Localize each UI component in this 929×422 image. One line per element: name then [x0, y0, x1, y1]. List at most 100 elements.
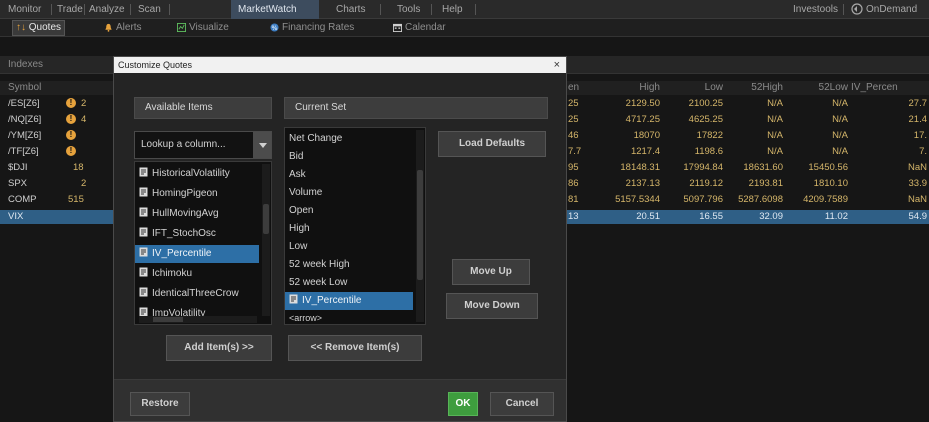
row-52low: N/A	[832, 146, 848, 157]
link-ondemand[interactable]: OnDemand	[851, 0, 917, 19]
link-investools[interactable]: Investools	[793, 0, 838, 19]
list-item[interactable]: Net Change	[289, 130, 342, 148]
row-high: 2129.50	[625, 98, 660, 109]
remove-items-button[interactable]: << Remove Item(s)	[288, 335, 422, 361]
ok-button[interactable]: OK	[448, 392, 478, 416]
close-icon[interactable]: ×	[554, 57, 560, 73]
row-low: 16.55	[699, 211, 723, 222]
col-high[interactable]: High	[608, 82, 660, 93]
row-high: 18070	[633, 130, 660, 141]
col-52low[interactable]: 52Low	[790, 82, 848, 93]
nav-divider	[380, 4, 381, 15]
tab-help[interactable]: Help	[442, 0, 463, 19]
current-set-list[interactable]: Net Change Bid Ask Volume Open High Low …	[284, 127, 426, 325]
available-list-scrollbar[interactable]	[262, 164, 270, 316]
visualize-icon	[177, 22, 186, 32]
row-iv-percentile: 27.7	[908, 98, 928, 109]
list-item[interactable]: IdenticalThreeCrow	[135, 285, 263, 303]
row-low: 17822	[696, 130, 723, 141]
list-item-label: Ichimoku	[152, 268, 193, 279]
row-52low: 15450.56	[808, 162, 848, 173]
list-item[interactable]: Volume	[289, 184, 322, 202]
study-icon	[139, 287, 148, 297]
scroll-thumb[interactable]	[263, 204, 269, 234]
sub-nav-bar: ↑↓ Quotes Alerts Visualize % Financing Ra…	[0, 19, 929, 37]
row-52low: 1810.10	[813, 178, 848, 189]
subtab-alerts[interactable]: Alerts	[104, 19, 142, 37]
calendar-icon	[393, 23, 402, 32]
load-defaults-button[interactable]: Load Defaults	[438, 131, 546, 157]
tab-monitor[interactable]: Monitor	[8, 0, 41, 19]
row-52high: N/A	[767, 146, 783, 157]
move-up-button[interactable]: Move Up	[452, 259, 530, 285]
tab-charts[interactable]: Charts	[336, 0, 365, 19]
list-item-label: IV_Percentile	[302, 295, 362, 306]
available-items-list[interactable]: HistoricalVolatility HomingPigeon HullMo…	[134, 161, 272, 325]
list-item-selected[interactable]: IV_Percentile	[285, 292, 413, 310]
list-item[interactable]: HullMovingAvg	[135, 205, 263, 223]
col-open[interactable]: en	[568, 82, 579, 93]
tab-analyze[interactable]: Analyze	[89, 0, 125, 19]
warning-icon: !	[66, 130, 76, 140]
lookup-column-value: Lookup a column...	[141, 139, 226, 150]
list-item[interactable]: IFT_StochOsc	[135, 225, 263, 243]
row-52low: N/A	[832, 98, 848, 109]
row-high: 20.51	[636, 211, 660, 222]
list-item[interactable]: Ask	[289, 166, 306, 184]
subtab-calendar[interactable]: Calendar	[393, 19, 446, 37]
list-item-selected[interactable]: IV_Percentile	[135, 245, 259, 263]
tab-scan[interactable]: Scan	[138, 0, 161, 19]
tab-tools[interactable]: Tools	[397, 0, 420, 19]
list-item[interactable]: HomingPigeon	[135, 185, 263, 203]
nav-divider	[51, 4, 52, 15]
col-symbol[interactable]: Symbol	[8, 82, 41, 93]
list-item[interactable]: Low	[289, 238, 307, 256]
list-item[interactable]: HistoricalVolatility	[135, 165, 263, 183]
col-low[interactable]: Low	[665, 82, 723, 93]
subtab-quotes[interactable]: ↑↓ Quotes	[12, 20, 66, 36]
subtab-financing-rates[interactable]: % Financing Rates	[270, 19, 354, 37]
restore-button[interactable]: Restore	[130, 392, 190, 416]
row-iv-percentile: 17.	[913, 130, 927, 141]
study-icon	[139, 247, 148, 257]
list-item[interactable]: <arrow>	[289, 309, 322, 327]
list-item[interactable]: 52 week Low	[289, 274, 347, 292]
col-iv-percentile[interactable]: IV_Percen	[851, 82, 898, 93]
subtab-visualize-label: Visualize	[189, 22, 229, 33]
row-symbol: /YM[Z6]	[8, 130, 42, 141]
list-item[interactable]: Bid	[289, 148, 303, 166]
scroll-thumb[interactable]	[417, 170, 423, 280]
cancel-button[interactable]: Cancel	[490, 392, 554, 416]
list-item[interactable]: Ichimoku	[135, 265, 263, 283]
indexes-label: Indexes	[8, 59, 44, 70]
move-down-button[interactable]: Move Down	[446, 293, 538, 319]
row-open: 86	[568, 178, 579, 189]
row-high: 1217.4	[630, 146, 660, 157]
available-list-hscrollbar[interactable]	[139, 316, 257, 323]
row-symbol: SPX	[8, 178, 28, 189]
dialog-title: Customize Quotes	[118, 60, 193, 70]
lookup-column-dropdown[interactable]: Lookup a column...	[134, 131, 272, 159]
list-item[interactable]: 52 week High	[289, 256, 350, 274]
tab-trade[interactable]: Trade	[57, 0, 83, 19]
list-item[interactable]: Open	[289, 202, 313, 220]
col-52high[interactable]: 52High	[728, 82, 783, 93]
dialog-title-bar[interactable]: Customize Quotes ×	[114, 57, 566, 73]
row-open: 46	[568, 130, 579, 141]
tab-marketwatch[interactable]: MarketWatch	[231, 0, 319, 19]
available-items-header: Available Items	[134, 97, 272, 119]
add-items-button[interactable]: Add Item(s) >>	[166, 335, 272, 361]
study-icon	[139, 267, 148, 277]
row-52high: N/A	[767, 130, 783, 141]
hscroll-thumb[interactable]	[153, 317, 183, 322]
subtab-financing-rates-label: Financing Rates	[282, 22, 355, 33]
subtab-visualize[interactable]: Visualize	[177, 19, 229, 37]
chevron-down-icon[interactable]	[253, 132, 271, 158]
warning-icon: !	[66, 98, 76, 108]
row-52high: 5287.6098	[738, 194, 783, 205]
current-set-scrollbar[interactable]	[416, 130, 424, 322]
row-52low: N/A	[832, 130, 848, 141]
row-52low: 11.02	[824, 211, 848, 222]
list-item[interactable]: High	[289, 220, 310, 238]
row-open: 81	[568, 194, 579, 205]
